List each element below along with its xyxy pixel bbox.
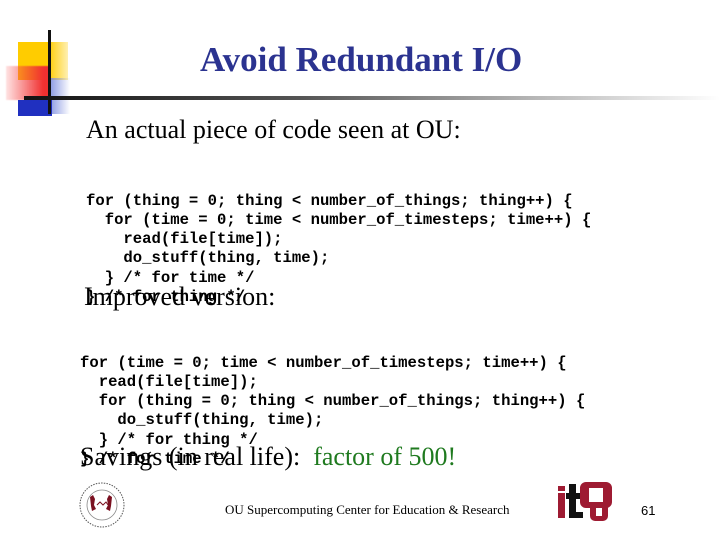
code-line: do_stuff(thing, time); (86, 249, 330, 268)
corner-decoration (0, 0, 80, 130)
vertical-rule (48, 30, 51, 114)
slide-title: Avoid Redundant I/O (200, 40, 523, 79)
savings-value: factor of 500! (313, 442, 457, 471)
code-line: do_stuff(thing, time); (80, 411, 324, 430)
savings-line: Savings (in real life): factor of 500! (80, 442, 456, 472)
page-number: 61 (641, 503, 656, 518)
title-underline-rule (24, 96, 720, 100)
savings-label: Savings (in real life): (80, 442, 301, 471)
oscer-seal-logo (79, 482, 125, 528)
code-line: for (thing = 0; thing < number_of_things… (80, 392, 586, 411)
red-square-decoration (6, 66, 50, 100)
code-line: read(file[time]); (86, 230, 283, 249)
itou-logo (558, 482, 612, 521)
code-line: for (time = 0; time < number_of_timestep… (80, 353, 567, 372)
code-line: for (thing = 0; thing < number_of_things… (86, 191, 573, 210)
footer-org-text: OU Supercomputing Center for Education &… (225, 502, 510, 517)
code-line: read(file[time]); (80, 372, 258, 391)
intro-text: An actual piece of code seen at OU: (86, 115, 461, 144)
improved-label: Improved version: (84, 282, 276, 311)
code-line: for (time = 0; time < number_of_timestep… (86, 210, 592, 229)
blue-square-decoration (18, 100, 52, 116)
